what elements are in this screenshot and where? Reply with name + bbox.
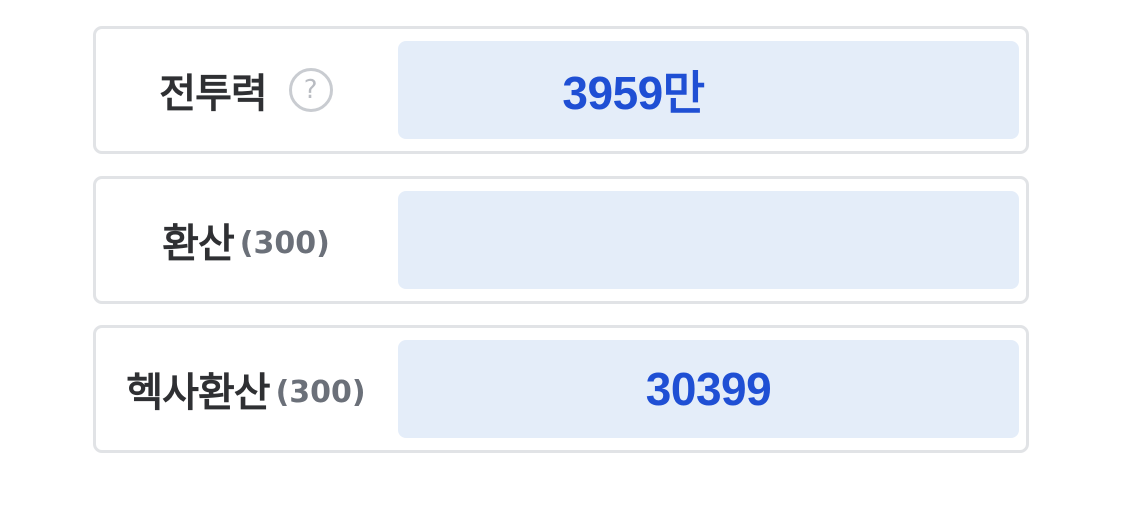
conversion-value-box [398, 191, 1019, 289]
combat-power-value-box: 3959만 [398, 41, 1019, 139]
hexa-conversion-value-box: 30399 [398, 340, 1019, 438]
conversion-label: 환산 [162, 221, 235, 267]
conversion-label-group: 환산 (300) [96, 179, 396, 301]
combat-power-value: 3959만 [562, 67, 705, 119]
hexa-conversion-label-group: 헥사환산 (300) [96, 328, 396, 450]
combat-power-label-group: 전투력 ? [96, 29, 396, 151]
combat-power-row: 전투력 ? 3959만 [93, 26, 1029, 154]
combat-power-label: 전투력 [159, 71, 267, 117]
hexa-conversion-level: (300) [275, 374, 366, 410]
conversion-row: 환산 (300) [93, 176, 1029, 304]
hexa-conversion-label: 헥사환산 [126, 370, 270, 416]
conversion-level: (300) [239, 225, 330, 261]
hexa-conversion-row: 헥사환산 (300) 30399 [93, 325, 1029, 453]
question-mark-circle-icon[interactable]: ? [288, 68, 333, 112]
hexa-conversion-value: 30399 [645, 363, 772, 415]
